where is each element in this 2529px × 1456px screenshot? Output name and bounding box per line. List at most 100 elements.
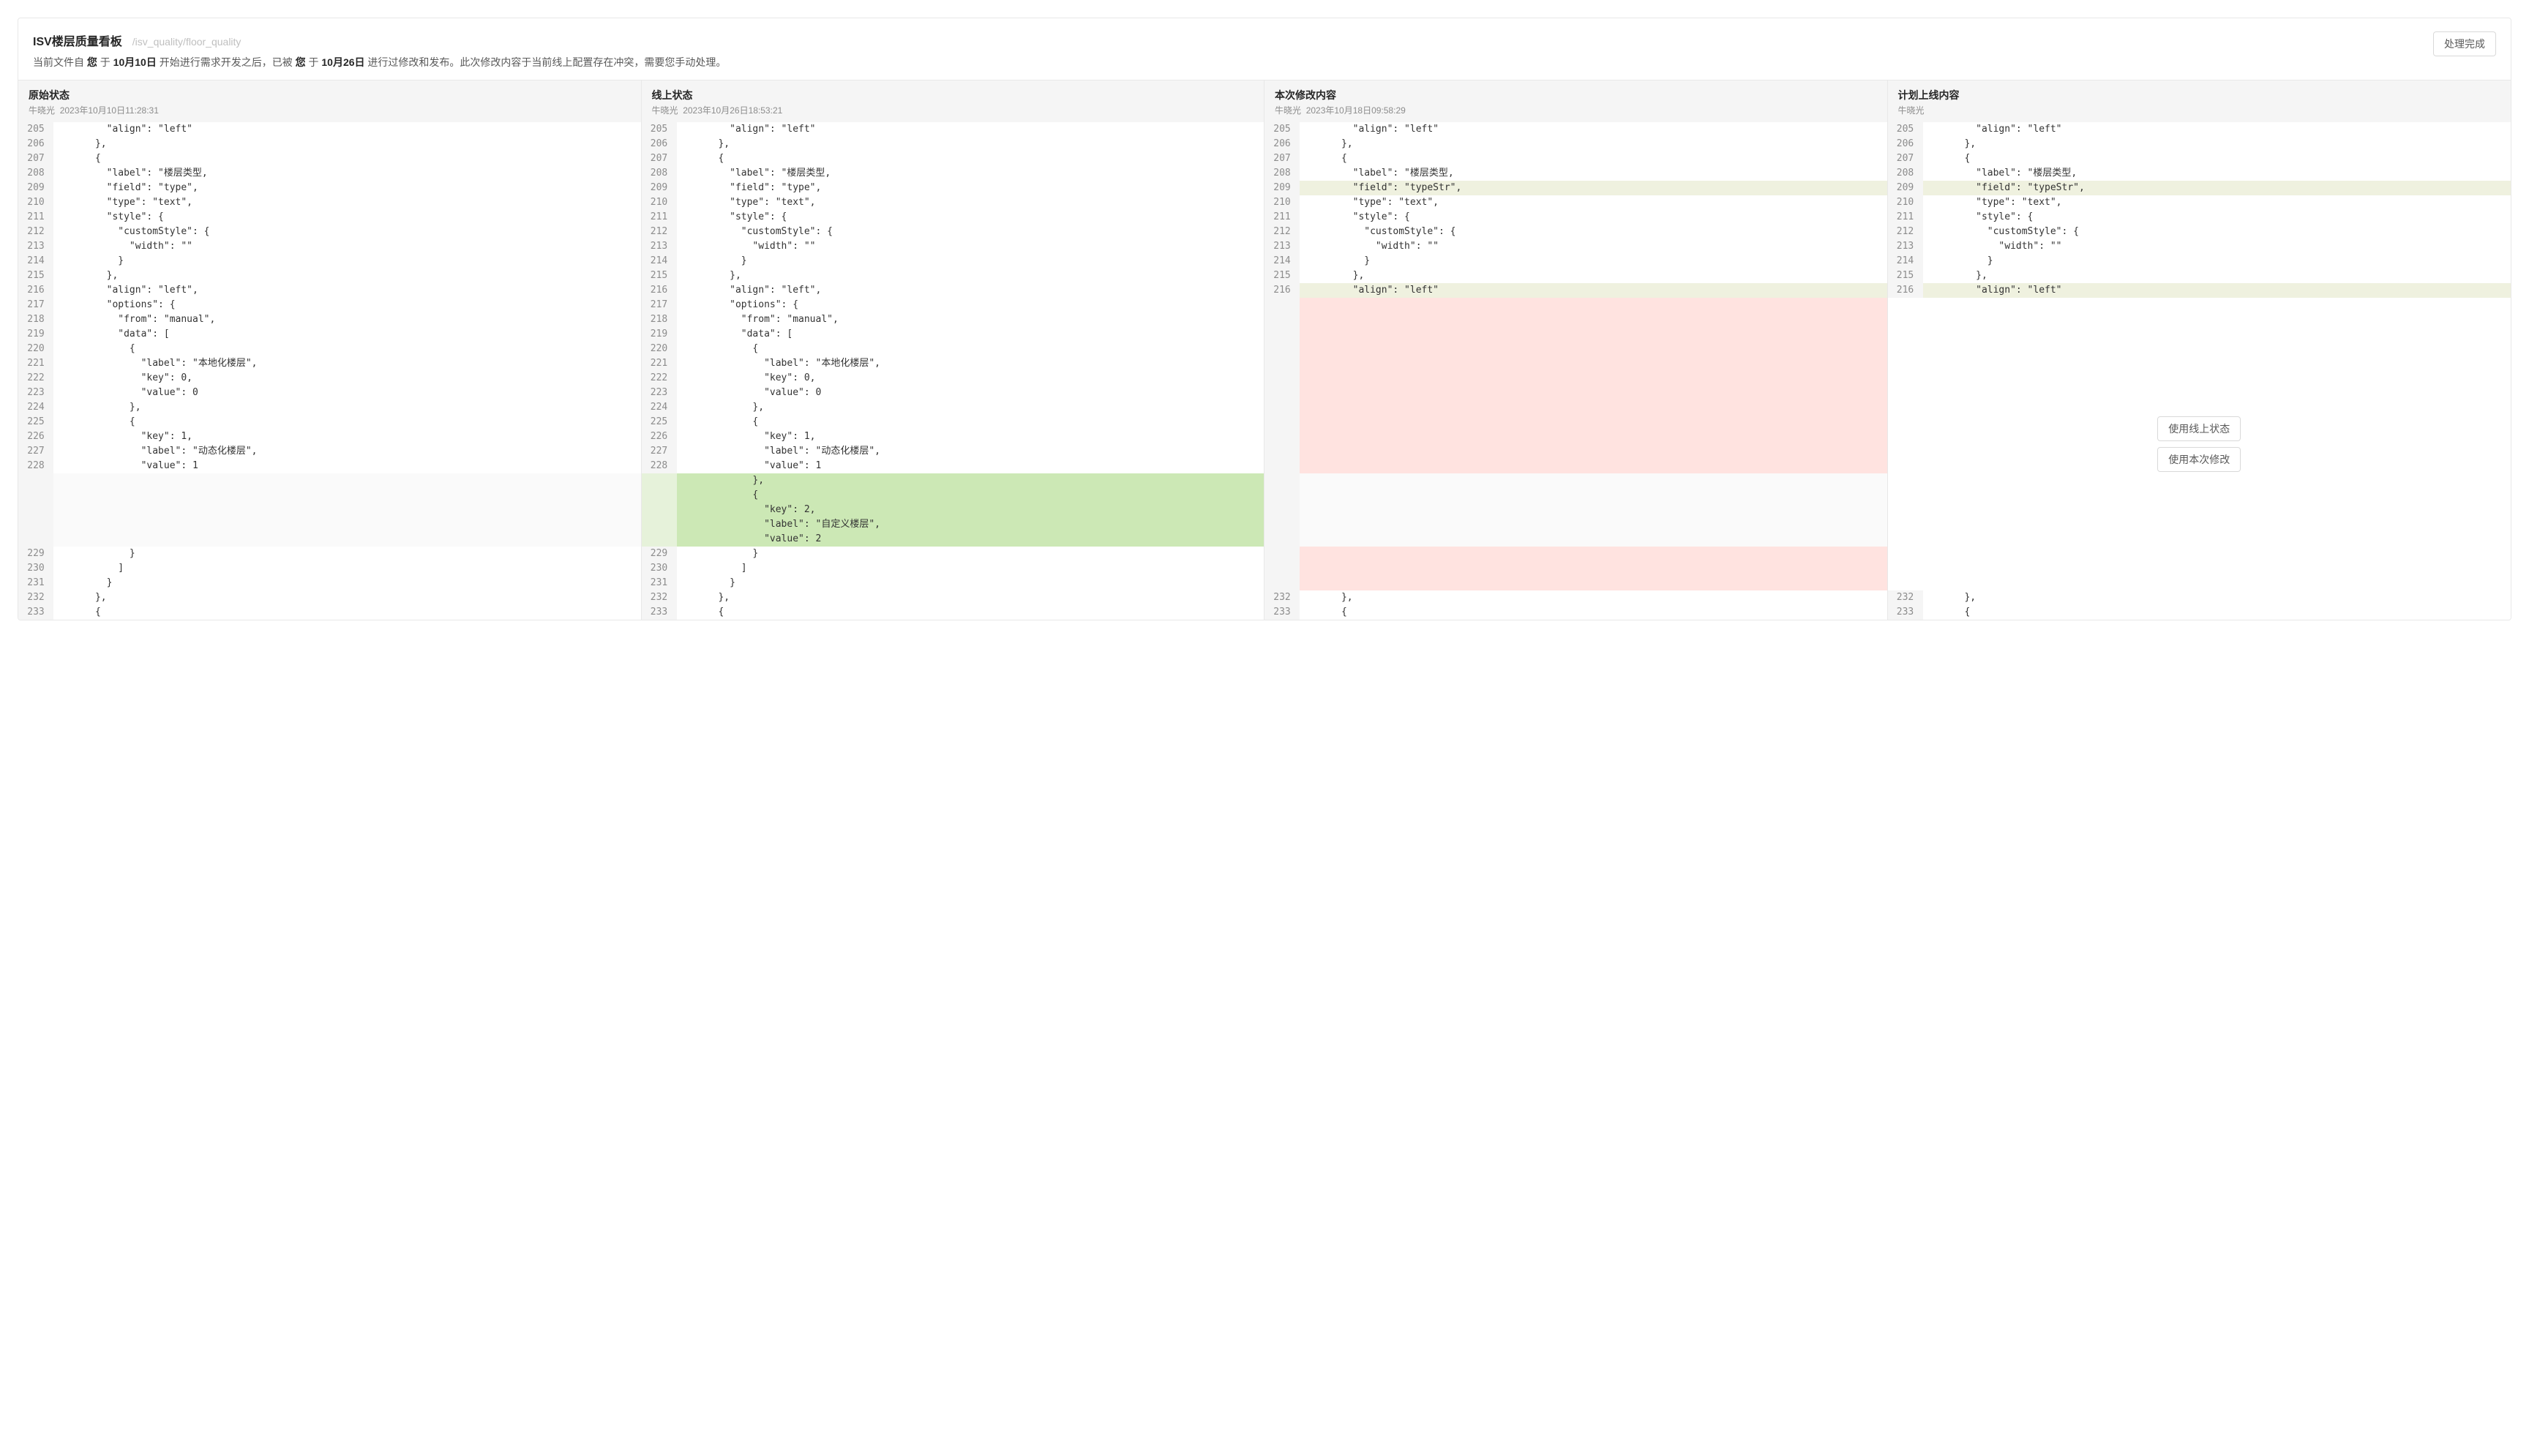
done-button[interactable]: 处理完成 bbox=[2433, 31, 2496, 56]
code-line: 222 "key": 0, bbox=[642, 371, 1264, 386]
code-text: }, bbox=[1300, 269, 1887, 283]
line-number: 227 bbox=[18, 444, 53, 459]
code-line: 205 "align": "left" bbox=[642, 122, 1264, 137]
code-line: 223 "value": 0 bbox=[642, 386, 1264, 400]
col-author: 牛晓光 bbox=[652, 105, 678, 116]
code-line: 217 "options": { bbox=[18, 298, 641, 312]
code-line: 207 { bbox=[642, 151, 1264, 166]
line-number: 206 bbox=[1888, 137, 1923, 151]
code-text: "label": "动态化楼层", bbox=[53, 444, 641, 459]
line-number: 229 bbox=[18, 547, 53, 561]
code-line-removed-block bbox=[1264, 298, 1887, 312]
line-number: 233 bbox=[1888, 605, 1923, 620]
code-text: { bbox=[677, 342, 1264, 356]
line-number: 206 bbox=[1264, 137, 1300, 151]
page-path: /isv_quality/floor_quality bbox=[132, 36, 241, 48]
code-online: 205 "align": "left"206 },207 {208 "label… bbox=[642, 122, 1264, 620]
code-text: { bbox=[1300, 605, 1887, 620]
line-number bbox=[18, 532, 53, 547]
code-line: 208 "label": "楼层类型, bbox=[642, 166, 1264, 181]
line-number bbox=[1264, 386, 1300, 400]
code-line: 213 "width": "" bbox=[1264, 239, 1887, 254]
code-line: 216 "align": "left" bbox=[1264, 283, 1887, 298]
code-line-gap bbox=[1264, 517, 1887, 532]
code-text: "label": "动态化楼层", bbox=[677, 444, 1264, 459]
line-number bbox=[18, 517, 53, 532]
line-number bbox=[1264, 400, 1300, 415]
code-line: "key": 2, bbox=[642, 503, 1264, 517]
code-text: "field": "type", bbox=[677, 181, 1264, 195]
code-text: "style": { bbox=[53, 210, 641, 225]
line-number: 213 bbox=[1888, 239, 1923, 254]
code-text: "field": "typeStr", bbox=[1923, 181, 2511, 195]
line-number: 225 bbox=[18, 415, 53, 429]
code-line: 227 "label": "动态化楼层", bbox=[18, 444, 641, 459]
line-number: 209 bbox=[18, 181, 53, 195]
use-online-button[interactable]: 使用线上状态 bbox=[2157, 416, 2241, 441]
code-text: } bbox=[53, 254, 641, 269]
code-text: "style": { bbox=[1923, 210, 2511, 225]
panel-header: ISV楼层质量看板 /isv_quality/floor_quality 当前文… bbox=[18, 18, 2511, 80]
col-meta: 牛晓光 2023年10月18日09:58:29 bbox=[1275, 104, 1877, 116]
code-text: "type": "text", bbox=[677, 195, 1264, 210]
code-line: 228 "value": 1 bbox=[642, 459, 1264, 473]
desc-date-start: 10月10日 bbox=[113, 56, 157, 68]
code-text: "data": [ bbox=[53, 327, 641, 342]
code-text: ] bbox=[677, 561, 1264, 576]
line-number: 212 bbox=[1264, 225, 1300, 239]
col-time: 2023年10月10日11:28:31 bbox=[60, 105, 159, 116]
line-number: 219 bbox=[642, 327, 677, 342]
code-text: }, bbox=[1300, 590, 1887, 605]
code-line: 215 }, bbox=[18, 269, 641, 283]
code-line: 205 "align": "left" bbox=[1264, 122, 1887, 137]
code-line: 211 "style": { bbox=[18, 210, 641, 225]
line-number: 230 bbox=[18, 561, 53, 576]
code-text bbox=[1300, 503, 1887, 517]
code-line: 222 "key": 0, bbox=[18, 371, 641, 386]
col-local: 本次修改内容 牛晓光 2023年10月18日09:58:29 205 "alig… bbox=[1264, 80, 1888, 620]
col-plan: 计划上线内容 牛晓光 205 "align": "left"206 },207 … bbox=[1888, 80, 2511, 620]
code-line: 216 "align": "left", bbox=[18, 283, 641, 298]
line-number: 215 bbox=[1888, 269, 1923, 283]
col-title: 本次修改内容 bbox=[1275, 88, 1877, 102]
line-number: 231 bbox=[18, 576, 53, 590]
line-number: 223 bbox=[642, 386, 677, 400]
code-text bbox=[1300, 561, 1887, 576]
code-line: 227 "label": "动态化楼层", bbox=[642, 444, 1264, 459]
line-number: 232 bbox=[1264, 590, 1300, 605]
line-number: 206 bbox=[18, 137, 53, 151]
col-header: 本次修改内容 牛晓光 2023年10月18日09:58:29 bbox=[1264, 80, 1887, 122]
line-number: 208 bbox=[1888, 166, 1923, 181]
code-line: 231 } bbox=[642, 576, 1264, 590]
use-local-button[interactable]: 使用本次修改 bbox=[2157, 447, 2241, 472]
code-text: "data": [ bbox=[677, 327, 1264, 342]
code-text bbox=[53, 517, 641, 532]
code-line-removed-block bbox=[1264, 386, 1887, 400]
code-line: 224 }, bbox=[642, 400, 1264, 415]
code-text bbox=[1300, 444, 1887, 459]
line-number: 214 bbox=[1264, 254, 1300, 269]
line-number: 232 bbox=[642, 590, 677, 605]
code-text bbox=[53, 503, 641, 517]
code-text: }, bbox=[53, 590, 641, 605]
line-number: 233 bbox=[18, 605, 53, 620]
code-text: "align": "left" bbox=[53, 122, 641, 137]
code-text: { bbox=[1923, 151, 2511, 166]
code-text bbox=[53, 532, 641, 547]
code-line: 208 "label": "楼层类型, bbox=[1264, 166, 1887, 181]
code-text: }, bbox=[1923, 590, 2511, 605]
code-line: 226 "key": 1, bbox=[18, 429, 641, 444]
code-line: 206 }, bbox=[18, 137, 641, 151]
code-line-removed-block bbox=[1264, 576, 1887, 590]
code-line: 208 "label": "楼层类型, bbox=[18, 166, 641, 181]
code-text bbox=[1300, 415, 1887, 429]
line-number: 205 bbox=[1888, 122, 1923, 137]
code-line: 211 "style": { bbox=[642, 210, 1264, 225]
line-number: 224 bbox=[642, 400, 677, 415]
code-line: 232 }, bbox=[642, 590, 1264, 605]
col-header: 线上状态 牛晓光 2023年10月26日18:53:21 bbox=[642, 80, 1264, 122]
code-line-gap bbox=[1264, 488, 1887, 503]
line-number: 211 bbox=[1888, 210, 1923, 225]
code-line-gap bbox=[1264, 532, 1887, 547]
code-line: "value": 2 bbox=[642, 532, 1264, 547]
